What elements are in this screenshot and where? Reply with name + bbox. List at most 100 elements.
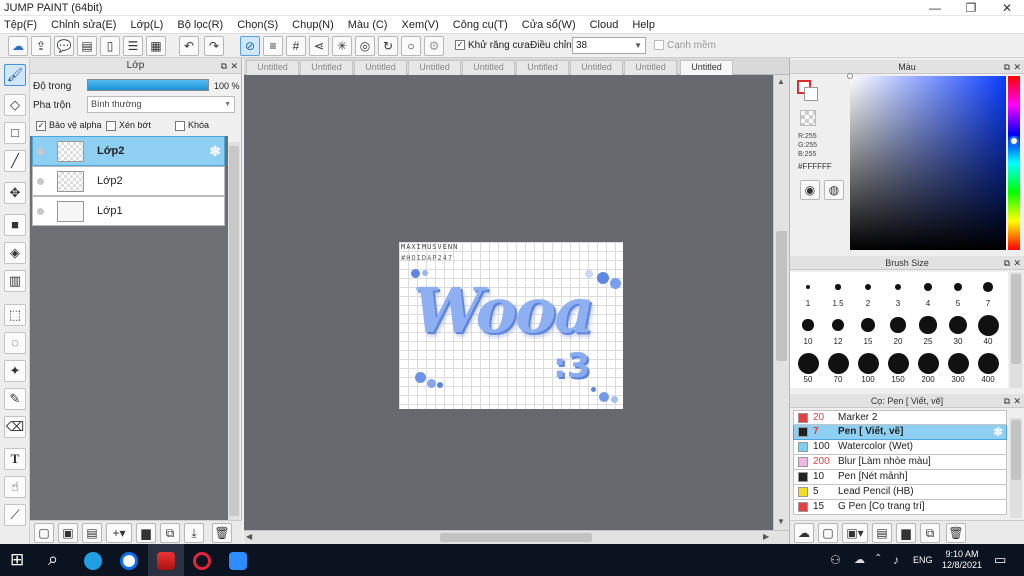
brush-size-option[interactable]: 1.5 (823, 272, 853, 310)
brush-size-option[interactable]: 1 (793, 272, 823, 310)
brush-item[interactable]: 20 Marker 2 (793, 410, 1007, 425)
background-color-swatch[interactable] (804, 87, 818, 101)
magic-wand-icon[interactable]: ✦ (4, 360, 26, 382)
transparent-color-swatch[interactable] (800, 110, 816, 126)
select-eraser-icon[interactable]: ⌫ (4, 416, 26, 438)
gear-icon[interactable]: ✽ (209, 143, 221, 160)
visibility-icon[interactable] (37, 208, 44, 215)
protect-alpha-checkbox[interactable]: ✓ (36, 120, 46, 131)
scroll-up-icon[interactable]: ▲ (777, 77, 785, 86)
language-indicator[interactable]: ENG (913, 555, 933, 565)
smooth-checkbox[interactable] (654, 40, 664, 51)
concentric-icon[interactable]: ◎ (355, 36, 375, 56)
visibility-icon[interactable] (37, 178, 44, 185)
clip-checkbox[interactable] (106, 120, 116, 131)
lock-checkbox[interactable] (175, 120, 185, 131)
brush-size-option[interactable]: 2 (853, 272, 883, 310)
hand-tool-icon[interactable]: ☝ (4, 476, 26, 498)
bucket-tool-icon[interactable]: ◈ (4, 242, 26, 264)
layer-row[interactable]: Lớp2 (32, 166, 225, 196)
notification-icon[interactable]: ▭ (994, 552, 1006, 568)
zoom-icon[interactable] (229, 552, 247, 570)
close-button[interactable]: ✕ (990, 0, 1024, 16)
color-picker-icon[interactable]: ◍ (824, 180, 844, 200)
new-layer-icon[interactable]: ▢ (34, 523, 54, 543)
brush-item[interactable]: 7 Pen [ Viết, vẽ] ✽ (793, 425, 1007, 440)
opera-icon[interactable] (193, 552, 211, 570)
undock-icon[interactable]: ⧉ (221, 58, 227, 74)
brush-size-option[interactable]: 30 (943, 310, 973, 348)
rectangle-tool-icon[interactable]: □ (4, 122, 26, 144)
brush-item[interactable]: 200 Blur [Làm nhòe màu] (793, 455, 1007, 470)
tab-document[interactable]: Untitled (300, 60, 353, 75)
tab-document[interactable]: Untitled (462, 60, 515, 75)
tab-document[interactable]: Untitled (408, 60, 461, 75)
color-palette-icon[interactable]: ◉ (800, 180, 820, 200)
duplicate-icon[interactable]: ⧉ (160, 523, 180, 543)
menu-filter[interactable]: Bộ lọc(R) (177, 19, 223, 31)
clock[interactable]: 9:10 AM 12/8/2021 (940, 549, 984, 571)
redo-icon[interactable]: ↷ (204, 36, 224, 56)
brush-size-option[interactable]: 25 (913, 310, 943, 348)
skype-icon[interactable] (84, 552, 102, 570)
menu-layer[interactable]: Lớp(L) (130, 19, 163, 31)
layer-scrollbar-thumb[interactable] (229, 146, 239, 516)
people-icon[interactable]: ⚇ (830, 553, 841, 567)
brush-item[interactable]: 10 Pen [Nét mảnh] (793, 470, 1007, 485)
zalo-icon[interactable] (120, 552, 138, 570)
color-picker-handle[interactable] (847, 73, 853, 79)
brush-folder-icon[interactable]: ▆ (896, 523, 916, 543)
onedrive-icon[interactable]: ☁ (854, 553, 865, 566)
undo-icon[interactable]: ↶ (179, 36, 199, 56)
layer-row[interactable]: Lớp1 (32, 196, 225, 226)
volume-icon[interactable]: ♪ (893, 553, 899, 567)
artwork-canvas[interactable]: MAXIMUSVENN #HOIDAP247 Wooa :3 (399, 242, 623, 409)
windows-start-icon[interactable]: ⊞ (10, 550, 24, 570)
brush-size-option[interactable]: 50 (793, 348, 823, 386)
menu-view[interactable]: Xem(V) (401, 19, 438, 31)
menu-color[interactable]: Màu (C) (348, 19, 388, 31)
panel-close-icon[interactable]: ✕ (1013, 60, 1021, 74)
hue-handle[interactable] (1009, 136, 1019, 146)
tab-document[interactable]: Untitled (570, 60, 623, 75)
gear-icon[interactable]: ✽ (993, 425, 1003, 439)
cross-grid-icon[interactable]: # (286, 36, 306, 56)
adjust-select[interactable]: 38 ▼ (572, 37, 646, 54)
maximize-button[interactable]: ❐ (954, 0, 988, 16)
export-icon[interactable]: ⇪ (31, 36, 51, 56)
brush-item[interactable]: 5 Lead Pencil (HB) (793, 485, 1007, 500)
rect-select-icon[interactable]: ⬚ (4, 304, 26, 326)
brush-size-option[interactable]: 15 (853, 310, 883, 348)
layer-scrollbar[interactable] (228, 142, 240, 526)
tab-document[interactable]: Untitled (624, 60, 677, 75)
no-snap-icon[interactable]: ⊘ (240, 36, 260, 56)
brush-tool-icon[interactable]: 🖌 (4, 64, 26, 86)
brush-size-option[interactable]: 3 (883, 272, 913, 310)
brush-size-option[interactable]: 12 (823, 310, 853, 348)
comment-icon[interactable]: ▤ (77, 36, 97, 56)
page-icon[interactable]: ▯ (100, 36, 120, 56)
text-tool-icon[interactable]: T (4, 448, 26, 470)
parallel-lines-icon[interactable]: ≡ (263, 36, 283, 56)
menu-edit[interactable]: Chỉnh sửa(E) (51, 19, 116, 31)
vertical-scroll-thumb[interactable] (776, 231, 787, 361)
gradient-tool-icon[interactable]: ▥ (4, 270, 26, 292)
minimize-button[interactable]: — (918, 0, 952, 16)
menu-cloud[interactable]: Cloud (590, 19, 619, 31)
speech-bubble-icon[interactable]: 💬 (54, 36, 74, 56)
brush-size-option[interactable]: 40 (973, 310, 1003, 348)
menu-select[interactable]: Chọn(S) (237, 19, 278, 31)
menu-capture[interactable]: Chụp(N) (292, 19, 334, 31)
curve-icon[interactable]: ↻ (378, 36, 398, 56)
brush-list-scroll-thumb[interactable] (1011, 420, 1021, 480)
add-layer-menu-icon[interactable]: +▾ (106, 523, 132, 543)
undock-icon[interactable]: ⧉ (1004, 394, 1010, 408)
brush-size-option[interactable]: 10 (793, 310, 823, 348)
brush-trash-icon[interactable]: 🗑 (946, 523, 966, 543)
brush-size-option[interactable]: 20 (883, 310, 913, 348)
settings-icon[interactable]: ⚙ (424, 36, 444, 56)
menu-help[interactable]: Help (632, 19, 655, 31)
scroll-left-icon[interactable]: ◀ (246, 532, 252, 541)
move-tool-icon[interactable]: ✥ (4, 182, 26, 204)
brush-item[interactable]: 100 Watercolor (Wet) (793, 440, 1007, 455)
